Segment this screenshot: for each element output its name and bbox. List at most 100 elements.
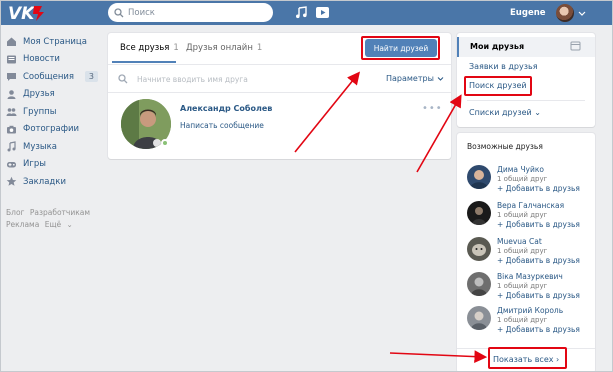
- sidebar-item-label: Фотографии: [23, 124, 80, 135]
- sidebar-item-news[interactable]: Новости: [6, 51, 102, 69]
- left-sidebar: Моя Страница Новости Сообщения 3 Друзья …: [6, 33, 102, 231]
- parameters-dropdown[interactable]: Параметры: [386, 74, 444, 83]
- friends-right-menu: Мои друзья Заявки в друзья Поиск друзей …: [457, 33, 595, 127]
- games-icon: [7, 161, 16, 168]
- star-icon: [6, 177, 17, 187]
- footer-link-developers[interactable]: Разработчикам: [30, 208, 90, 217]
- parameters-label: Параметры: [386, 74, 434, 83]
- sidebar-item-music[interactable]: Музыка: [6, 138, 102, 156]
- sidebar-item-label: Новости: [23, 54, 60, 65]
- highlight-box-search-friends: [464, 76, 532, 96]
- messages-icon: [7, 73, 16, 82]
- sidebar-item-games[interactable]: Игры: [6, 156, 102, 174]
- write-message-link[interactable]: Написать сообщение: [180, 121, 264, 130]
- possible-friend-item: Віка Мазуркевич 1 общий друг + Добавить …: [467, 270, 591, 304]
- bell-icon[interactable]: [237, 5, 252, 20]
- footer-link-ads[interactable]: Реклама: [6, 220, 39, 229]
- sidebar-item-messages[interactable]: Сообщения 3: [6, 68, 102, 86]
- sidebar-footer-links: Блог Разработчикам Реклама Ещё ⌄: [6, 207, 102, 231]
- sidebar-item-photos[interactable]: Фотографии: [6, 121, 102, 139]
- friends-tabs: Все друзья 1 Друзья онлайн 1 Найти друзей: [108, 33, 451, 65]
- top-header: VK Eugene: [0, 0, 613, 25]
- avatar-photo: [467, 272, 491, 296]
- search-icon: [114, 7, 124, 17]
- friend-more-actions-icon[interactable]: •••: [422, 103, 443, 114]
- footer-link-more[interactable]: Ещё ⌄: [45, 220, 73, 229]
- vk-logo-icon[interactable]: VK: [6, 2, 46, 23]
- possible-friend-avatar[interactable]: [467, 165, 491, 189]
- sidebar-item-label: Сообщения: [23, 71, 75, 82]
- groups-icon: [6, 108, 17, 117]
- tab-count: 1: [256, 43, 263, 53]
- highlight-box-find-friends: [361, 36, 440, 60]
- menu-friend-lists[interactable]: Списки друзей ⌄: [469, 108, 541, 117]
- news-icon: [7, 55, 16, 64]
- mutual-friends-count[interactable]: 1 общий друг: [497, 282, 547, 290]
- calendar-icon[interactable]: [570, 40, 581, 51]
- avatar-photo: [467, 201, 491, 225]
- sidebar-item-friends[interactable]: Друзья: [6, 86, 102, 104]
- online-indicator: [161, 139, 169, 147]
- search-icon: [118, 74, 128, 84]
- possible-friend-name[interactable]: Дмитрий Король: [497, 306, 563, 315]
- svg-text:VK: VK: [8, 4, 36, 23]
- menu-divider: [467, 100, 585, 101]
- music-icon: [7, 141, 16, 152]
- avatar-photo: [467, 306, 491, 330]
- username: Eugene: [510, 7, 546, 18]
- friend-search-row: Параметры: [108, 66, 451, 93]
- possible-friend-avatar[interactable]: [467, 237, 491, 261]
- camera-icon: [7, 125, 16, 134]
- highlight-box-show-all: [488, 347, 567, 369]
- possible-friend-name[interactable]: Muevua Cat: [497, 237, 542, 246]
- sidebar-item-groups[interactable]: Группы: [6, 103, 102, 121]
- footer-link-blog[interactable]: Блог: [6, 208, 24, 217]
- chevron-down-icon: [437, 77, 444, 81]
- chevron-down-icon: [578, 11, 585, 16]
- sidebar-item-my-page[interactable]: Моя Страница: [6, 33, 102, 51]
- friends-icon: [7, 89, 16, 99]
- video-play-icon[interactable]: [315, 5, 330, 20]
- sidebar-item-label: Группы: [23, 106, 57, 117]
- add-friend-link[interactable]: + Добавить в друзья: [497, 325, 580, 334]
- music-note-icon[interactable]: [294, 5, 309, 20]
- active-tab-underline: [112, 61, 176, 63]
- menu-friend-requests[interactable]: Заявки в друзья: [469, 62, 538, 71]
- possible-friend-item: Вера Галчанская 1 общий друг + Добавить …: [467, 199, 591, 233]
- possible-friend-name[interactable]: Віка Мазуркевич: [497, 272, 563, 281]
- tab-label: Друзья онлайн: [186, 43, 253, 53]
- add-friend-link[interactable]: + Добавить в друзья: [497, 220, 580, 229]
- mutual-friends-count[interactable]: 1 общий друг: [497, 316, 547, 324]
- possible-friend-item: Muevua Cat 1 общий друг + Добавить в дру…: [467, 235, 591, 269]
- messages-count-badge: 3: [84, 71, 98, 82]
- avatar-photo: [467, 237, 491, 261]
- home-icon: [7, 37, 16, 47]
- user-menu[interactable]: Eugene: [510, 0, 586, 25]
- friends-card: Все друзья 1 Друзья онлайн 1 Найти друзей …: [108, 33, 451, 159]
- possible-friends-block: Возможные друзья Дима Чуйко 1 общий друг…: [457, 133, 595, 372]
- sidebar-item-label: Музыка: [23, 141, 57, 152]
- add-friend-link[interactable]: + Добавить в друзья: [497, 184, 580, 193]
- sidebar-item-label: Игры: [23, 159, 46, 170]
- sidebar-item-label: Друзья: [23, 89, 55, 100]
- add-friend-link[interactable]: + Добавить в друзья: [497, 291, 580, 300]
- friend-name-link[interactable]: Александр Соболев: [180, 104, 272, 113]
- possible-friend-avatar[interactable]: [467, 272, 491, 296]
- possible-friend-avatar[interactable]: [467, 306, 491, 330]
- mutual-friends-count[interactable]: 1 общий друг: [497, 211, 547, 219]
- possible-friend-name[interactable]: Вера Галчанская: [497, 201, 564, 210]
- mutual-friends-count[interactable]: 1 общий друг: [497, 247, 547, 255]
- tab-all-friends[interactable]: Все друзья 1: [120, 43, 179, 53]
- possible-friends-title: Возможные друзья: [467, 142, 543, 151]
- possible-friend-avatar[interactable]: [467, 201, 491, 225]
- possible-friend-name[interactable]: Дима Чуйко: [497, 165, 544, 174]
- tab-online-friends[interactable]: Друзья онлайн 1: [186, 43, 262, 53]
- avatar-photo: [467, 165, 491, 189]
- friend-search-input[interactable]: [137, 74, 337, 84]
- mutual-friends-count[interactable]: 1 общий друг: [497, 175, 547, 183]
- menu-my-friends[interactable]: Мои друзья: [470, 42, 524, 51]
- sidebar-item-bookmarks[interactable]: Закладки: [6, 173, 102, 191]
- possible-friend-item: Дима Чуйко 1 общий друг + Добавить в дру…: [467, 163, 591, 197]
- add-friend-link[interactable]: + Добавить в друзья: [497, 256, 580, 265]
- possible-friend-item: Дмитрий Король 1 общий друг + Добавить в…: [467, 304, 591, 338]
